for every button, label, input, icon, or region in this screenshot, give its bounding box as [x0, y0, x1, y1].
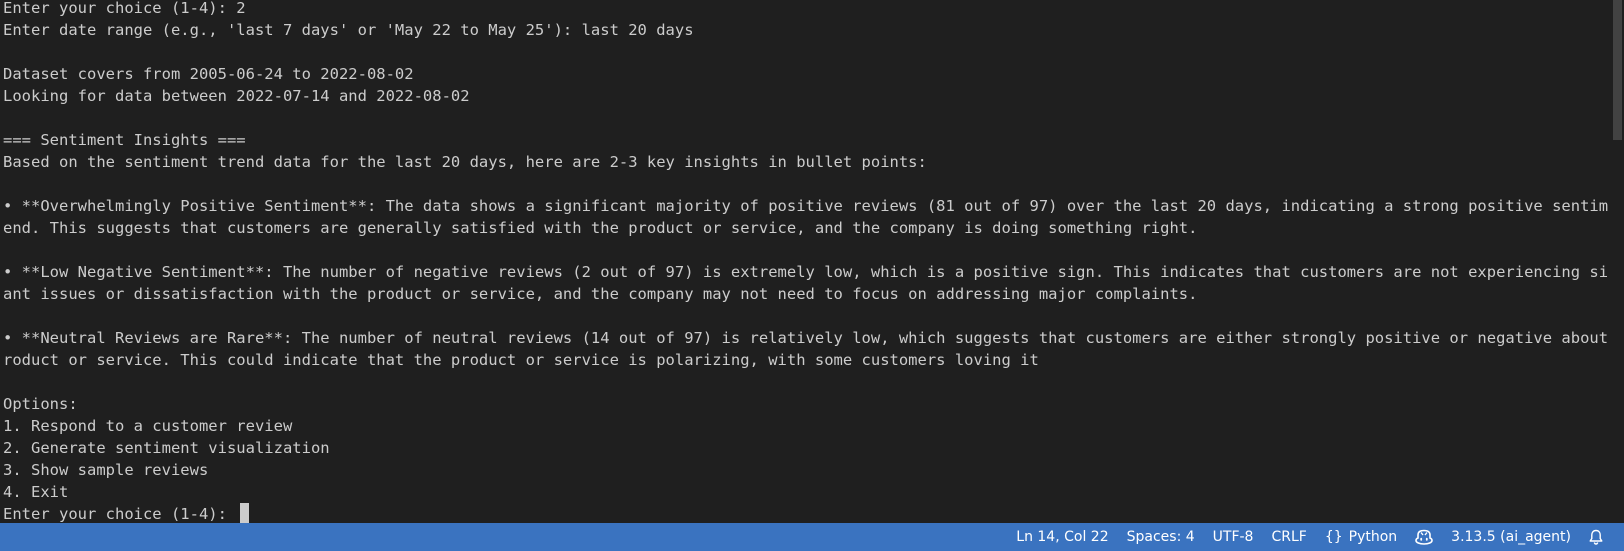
terminal-line: ant issues or dissatisfaction with the p… [3, 285, 1198, 303]
terminal-line: Based on the sentiment trend data for th… [3, 153, 927, 171]
bell-icon[interactable] [1580, 523, 1612, 551]
terminal-line: Looking for data between 2022-07-14 and … [3, 87, 470, 105]
terminal-line: • **Overwhelmingly Positive Sentiment**:… [3, 197, 1608, 215]
python-interpreter[interactable]: 3.13.5 (ai_agent) [1442, 523, 1580, 551]
terminal-line: Dataset covers from 2005-06-24 to 2022-0… [3, 65, 414, 83]
copilot-icon[interactable] [1406, 523, 1442, 551]
language-mode[interactable]: {} Python [1316, 523, 1406, 551]
terminal-line: end. This suggests that customers are ge… [3, 219, 1198, 237]
cursor-position[interactable]: Ln 14, Col 22 [1007, 523, 1117, 551]
terminal-line: Enter your choice (1-4): 2 [3, 0, 246, 17]
terminal-line: 4. Exit [3, 483, 69, 501]
scrollbar-thumb[interactable] [1613, 0, 1622, 140]
terminal-line: === Sentiment Insights === [3, 131, 246, 149]
terminal-prompt-line[interactable]: Enter your choice (1-4): [3, 503, 1608, 523]
terminal-line: Options: [3, 395, 78, 413]
terminal-output[interactable]: Enter your choice (1-4): 2 Enter date ra… [0, 0, 1608, 523]
terminal-line: roduct or service. This could indicate t… [3, 351, 1039, 369]
terminal-line: 2. Generate sentiment visualization [3, 439, 330, 457]
terminal-line: 3. Show sample reviews [3, 461, 209, 479]
terminal-prompt: Enter your choice (1-4): [3, 505, 237, 523]
terminal-line: • **Low Negative Sentiment**: The number… [3, 263, 1608, 281]
terminal-line: 1. Respond to a customer review [3, 417, 293, 435]
status-bar: Ln 14, Col 22 Spaces: 4 UTF-8 CRLF {} Py… [0, 523, 1624, 551]
braces-icon: {} [1324, 529, 1343, 545]
line-ending-setting[interactable]: CRLF [1262, 523, 1315, 551]
text-cursor [240, 503, 250, 523]
terminal-line: • **Neutral Reviews are Rare**: The numb… [3, 329, 1608, 347]
indentation-setting[interactable]: Spaces: 4 [1118, 523, 1204, 551]
terminal-line: Enter date range (e.g., 'last 7 days' or… [3, 21, 694, 39]
language-label: Python [1348, 529, 1398, 545]
terminal-scrollbar[interactable] [1610, 0, 1624, 523]
encoding-setting[interactable]: UTF-8 [1204, 523, 1263, 551]
